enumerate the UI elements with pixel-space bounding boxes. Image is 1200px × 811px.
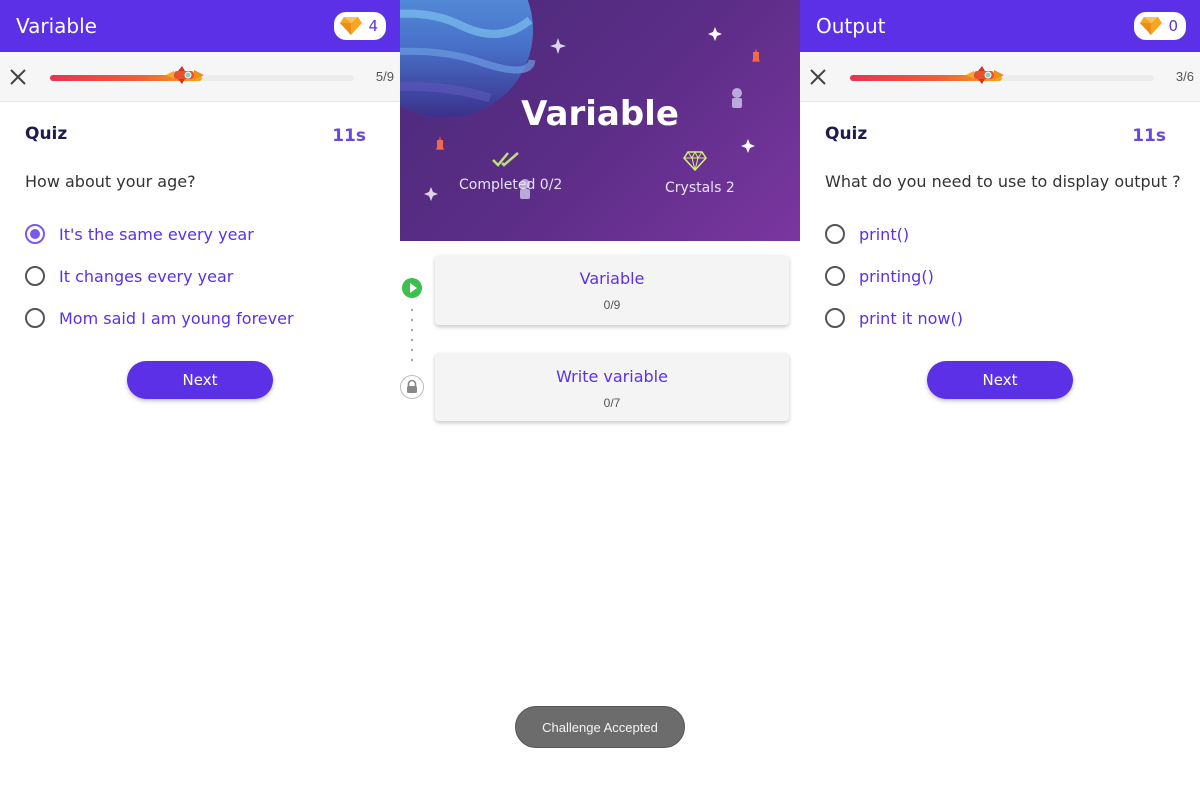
screen-title: Output [816, 14, 886, 38]
lesson-card-count: 0/7 [603, 396, 621, 410]
crystal-icon [683, 151, 707, 171]
answer-option[interactable]: print it now() [825, 297, 1200, 339]
option-label: It changes every year [59, 266, 234, 286]
double-check-icon [492, 152, 519, 167]
quiz-screen-variable: Variable 4 5/9 Quiz 11s How about your a… [0, 0, 400, 811]
answer-option[interactable]: Mom said I am young forever [25, 297, 400, 339]
next-button[interactable]: Next [127, 361, 273, 399]
crystals-stat: Crystals 2 [665, 180, 735, 196]
screen-title: Variable [16, 14, 97, 38]
gem-counter[interactable]: 4 [334, 12, 386, 40]
lesson-banner: Variable Completed 0/2 Crystals 2 [400, 0, 800, 241]
option-label: It's the same every year [59, 224, 254, 244]
close-icon[interactable] [808, 67, 828, 87]
app-bar: Variable 4 [0, 0, 400, 52]
lesson-overview-screen: Variable Completed 0/2 Crystals 2 Variab… [400, 0, 800, 811]
progress-row: 5/9 [0, 52, 400, 102]
gem-icon [340, 17, 362, 35]
question: What do you need to use to display outpu… [825, 172, 1181, 191]
progress-text: 5/9 [375, 69, 394, 84]
lock-icon [407, 379, 417, 393]
radio-button[interactable] [25, 308, 45, 328]
close-icon[interactable] [8, 67, 28, 87]
lesson-card-write-variable[interactable]: Write variable 0/7 [435, 353, 789, 421]
timer: 11s [332, 126, 366, 146]
completed-stat: Completed 0/2 [459, 177, 563, 193]
quiz-label: Quiz [825, 124, 868, 144]
radio-button[interactable] [25, 266, 45, 286]
answer-options: print() printing() print it now() [800, 213, 1200, 339]
radio-button[interactable] [25, 224, 45, 244]
radio-button[interactable] [825, 266, 845, 286]
answer-option[interactable]: printing() [825, 255, 1200, 297]
gem-counter[interactable]: 0 [1134, 12, 1186, 40]
lesson-title: Variable [521, 94, 679, 134]
answer-option[interactable]: print() [825, 213, 1200, 255]
gem-count: 0 [1168, 17, 1178, 35]
radio-button[interactable] [825, 224, 845, 244]
radio-button[interactable] [825, 308, 845, 328]
rocket-icon [166, 66, 204, 84]
option-label: print it now() [859, 308, 963, 328]
answer-option[interactable]: It's the same every year [25, 213, 400, 255]
lock-badge [400, 375, 424, 399]
app-bar: Output 0 [800, 0, 1200, 52]
rocket-icon [966, 66, 1004, 84]
quiz-screen-output: Output 0 3/6 Quiz 11s What do you need t… [800, 0, 1200, 811]
quiz-label: Quiz [25, 124, 68, 144]
answer-option[interactable]: It changes every year [25, 255, 400, 297]
question: How about your age? [25, 172, 196, 191]
lesson-card-title: Write variable [556, 367, 668, 386]
timer: 11s [1132, 126, 1166, 146]
lesson-card-variable[interactable]: Variable 0/9 [435, 255, 789, 325]
progress-row: 3/6 [800, 52, 1200, 102]
gem-count: 4 [368, 17, 378, 35]
toast-message: Challenge Accepted [515, 706, 685, 748]
quiz-header: Quiz 11s [800, 124, 1200, 146]
option-label: Mom said I am young forever [59, 308, 294, 328]
lesson-card-title: Variable [579, 269, 645, 288]
lesson-connector [411, 305, 413, 365]
lesson-card-count: 0/9 [603, 298, 621, 312]
gem-icon [1140, 17, 1162, 35]
progress-text: 3/6 [1175, 69, 1194, 84]
play-button[interactable] [402, 278, 422, 298]
answer-options: It's the same every year It changes ever… [0, 213, 400, 339]
option-label: print() [859, 224, 910, 244]
quiz-header: Quiz 11s [0, 124, 400, 146]
next-button[interactable]: Next [927, 361, 1073, 399]
option-label: printing() [859, 266, 934, 286]
play-icon [410, 283, 417, 293]
